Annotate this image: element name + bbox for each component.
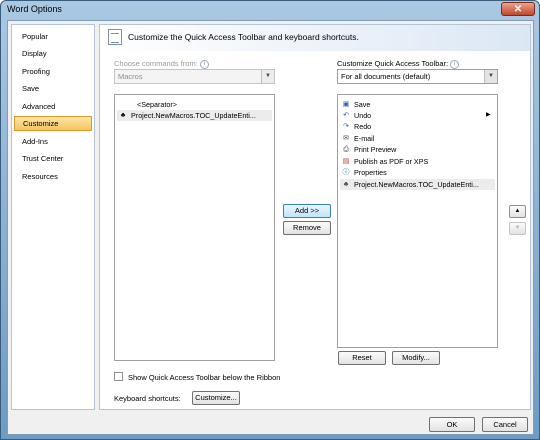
info-icon: i — [450, 59, 460, 69]
nav-item-trust-center[interactable]: Trust Center — [14, 151, 92, 166]
customize-panel: Customize the Quick Access Toolbar and k… — [99, 24, 531, 410]
redo-icon: ↷ — [343, 123, 349, 130]
properties-icon: ⓘ — [342, 169, 350, 176]
category-nav: Popular Display Proofing Save Advanced C… — [11, 24, 95, 410]
panel-header: Customize the Quick Access Toolbar and k… — [100, 25, 530, 51]
list-item-email[interactable]: ✉ E-mail — [340, 133, 374, 144]
list-item-macro[interactable]: ♣ Project.NewMacros.TOC_UpdateEnti... — [117, 110, 272, 121]
nav-item-advanced[interactable]: Advanced — [14, 99, 92, 114]
show-below-ribbon-label: Show Quick Access Toolbar below the Ribb… — [128, 373, 281, 382]
keyboard-customize-button[interactable]: Customize... — [192, 391, 240, 405]
customize-qat-text: Customize Quick Access Toolbar: — [337, 59, 449, 68]
customize-qat-label: Customize Quick Access Toolbar: i — [337, 59, 460, 69]
chevron-down-icon: ▼ — [484, 70, 497, 83]
info-icon: i — [199, 59, 209, 69]
choose-commands-label: Choose commands from: i — [114, 59, 209, 69]
nav-item-display[interactable]: Display — [14, 46, 92, 61]
email-icon: ✉ — [343, 135, 349, 142]
undo-icon: ↶ — [343, 112, 349, 119]
macro-icon: ♣ — [343, 181, 349, 188]
save-icon: ▣ — [342, 101, 350, 108]
modify-button[interactable]: Modify... — [392, 351, 440, 365]
nav-item-proofing[interactable]: Proofing — [14, 64, 92, 79]
choose-commands-text: Choose commands from: — [114, 59, 198, 68]
show-below-ribbon-checkbox[interactable] — [114, 372, 123, 381]
cancel-button[interactable]: Cancel — [482, 417, 528, 432]
choose-commands-value: Macros — [118, 72, 143, 81]
move-down-button[interactable]: ▼ — [509, 222, 526, 235]
list-item-redo[interactable]: ↷ Redo — [340, 121, 371, 132]
chevron-down-icon: ▼ — [261, 70, 274, 83]
customize-qat-value: For all documents (default) — [341, 72, 431, 81]
remove-button[interactable]: Remove — [283, 221, 331, 235]
list-item-publish-pdf[interactable]: ▤ Publish as PDF or XPS — [340, 156, 429, 167]
choose-commands-dropdown[interactable]: Macros ▼ — [114, 69, 275, 84]
add-button[interactable]: Add >> — [283, 204, 331, 218]
move-up-button[interactable]: ▲ — [509, 205, 526, 218]
undo-submenu-arrow-icon: ▶ — [486, 112, 491, 118]
list-item-print-preview[interactable]: ⎙ Print Preview — [340, 144, 396, 155]
panel-heading: Customize the Quick Access Toolbar and k… — [128, 32, 359, 42]
nav-item-add-ins[interactable]: Add-Ins — [14, 134, 92, 149]
title-bar[interactable]: Word Options ✕ — [1, 1, 539, 19]
list-item-macro[interactable]: ♣ Project.NewMacros.TOC_UpdateEnti... — [340, 179, 495, 190]
ok-button[interactable]: OK — [429, 417, 475, 432]
window-title: Word Options — [7, 4, 62, 14]
customize-qat-dropdown[interactable]: For all documents (default) ▼ — [337, 69, 498, 84]
close-button[interactable]: ✕ — [501, 2, 535, 16]
list-item-save[interactable]: ▣ Save — [340, 99, 371, 110]
list-item-undo[interactable]: ↶ Undo — [340, 110, 371, 121]
dialog-client: Popular Display Proofing Save Advanced C… — [7, 20, 534, 435]
nav-item-save[interactable]: Save — [14, 81, 92, 96]
keyboard-shortcuts-label: Keyboard shortcuts: — [114, 394, 181, 403]
list-item-properties[interactable]: ⓘ Properties — [340, 167, 387, 178]
macro-icon: ♣ — [120, 112, 126, 119]
customize-icon — [108, 29, 122, 45]
reset-button[interactable]: Reset — [338, 351, 386, 365]
publish-pdf-icon: ▤ — [342, 158, 350, 165]
print-preview-icon: ⎙ — [343, 146, 349, 153]
nav-item-customize[interactable]: Customize — [14, 116, 92, 131]
nav-item-popular[interactable]: Popular — [14, 29, 92, 44]
list-item-separator[interactable]: <Separator> — [117, 99, 177, 110]
nav-item-resources[interactable]: Resources — [14, 169, 92, 184]
commands-listbox[interactable]: <Separator> ♣ Project.NewMacros.TOC_Upda… — [114, 94, 275, 361]
toolbar-listbox[interactable]: ▣ Save ↶ Undo ▶ ↷ Redo ✉ E-mail ⎙ Print … — [337, 94, 498, 348]
word-options-window: Word Options ✕ Popular Display Proofing … — [0, 0, 540, 440]
